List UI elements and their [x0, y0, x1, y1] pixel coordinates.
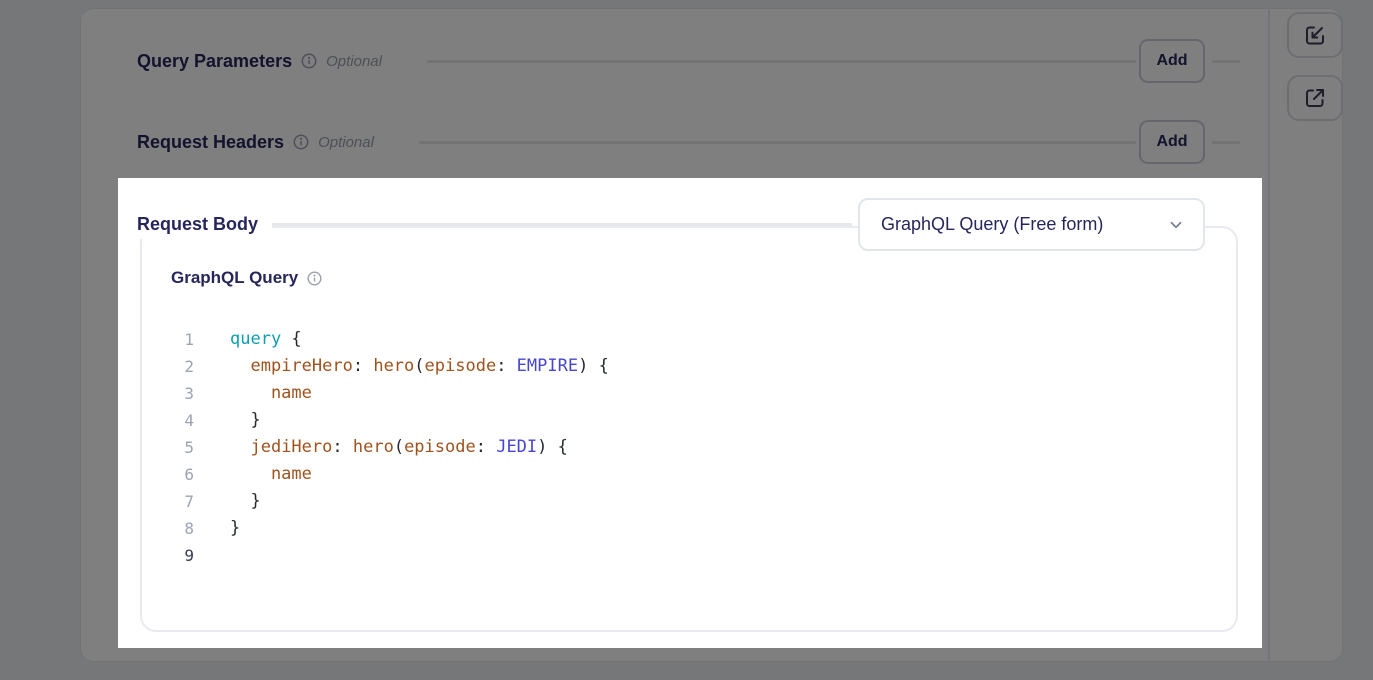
- code-line-content[interactable]: empireHero: hero(episode: EMPIRE) {: [230, 353, 1207, 380]
- request-body-title: Request Body: [137, 210, 272, 239]
- code-token: (: [414, 356, 424, 376]
- code-line-content[interactable]: query {: [230, 326, 1207, 353]
- code-line[interactable]: 8}: [160, 515, 1207, 542]
- code-line[interactable]: 4 }: [160, 407, 1207, 434]
- add-request-header-button[interactable]: Add: [1139, 120, 1205, 164]
- code-token: name: [230, 464, 312, 484]
- line-number: 7: [160, 488, 194, 515]
- import-arrow-icon: [1303, 23, 1327, 47]
- info-icon[interactable]: [301, 53, 317, 69]
- optional-badge: Optional: [326, 53, 382, 70]
- line-number: 2: [160, 353, 194, 380]
- section-request-headers: Request Headers Optional Add: [137, 119, 1240, 165]
- code-token: hero: [373, 356, 414, 376]
- body-type-selected-value: GraphQL Query (Free form): [881, 214, 1103, 235]
- line-number: 4: [160, 407, 194, 434]
- info-icon[interactable]: [293, 134, 309, 150]
- code-line[interactable]: 1 query {: [160, 326, 1207, 353]
- optional-badge: Optional: [318, 134, 374, 151]
- code-token: (: [394, 437, 404, 457]
- code-line[interactable]: 6 name: [160, 461, 1207, 488]
- code-token: :: [353, 356, 373, 376]
- code-token: jediHero: [250, 437, 332, 457]
- request-headers-title: Request Headers: [137, 132, 284, 153]
- query-parameters-title: Query Parameters: [137, 51, 292, 72]
- code-token: EMPIRE: [517, 356, 578, 376]
- code-token: }: [230, 518, 240, 538]
- code-token: query: [230, 329, 281, 349]
- code-token: [230, 356, 250, 376]
- line-number: 3: [160, 380, 194, 407]
- code-line-content[interactable]: jediHero: hero(episode: JEDI) {: [230, 434, 1207, 461]
- code-token: }: [230, 491, 261, 511]
- code-line[interactable]: 9: [160, 542, 1207, 569]
- body-type-select[interactable]: GraphQL Query (Free form): [858, 198, 1205, 251]
- code-editor-lines: 1query {2 empireHero: hero(episode: EMPI…: [160, 326, 1207, 569]
- code-token: :: [476, 437, 496, 457]
- import-code-button[interactable]: [1287, 12, 1343, 58]
- code-line-content[interactable]: }: [230, 515, 1207, 542]
- code-token: episode: [425, 356, 497, 376]
- line-number: 5: [160, 434, 194, 461]
- code-line-content[interactable]: name: [230, 461, 1207, 488]
- chevron-down-icon: [1167, 216, 1185, 234]
- divider-line: [1212, 141, 1240, 144]
- line-number: 8: [160, 515, 194, 542]
- code-token: {: [281, 329, 301, 349]
- code-line-content[interactable]: name: [230, 380, 1207, 407]
- code-line[interactable]: 3 name: [160, 380, 1207, 407]
- code-line[interactable]: 2 empireHero: hero(episode: EMPIRE) {: [160, 353, 1207, 380]
- code-token: [230, 437, 250, 457]
- info-icon[interactable]: [307, 271, 322, 286]
- code-token: empireHero: [250, 356, 352, 376]
- code-token: ) {: [578, 356, 609, 376]
- graphql-code-editor[interactable]: 1query {2 empireHero: hero(episode: EMPI…: [160, 326, 1207, 569]
- add-query-parameter-button[interactable]: Add: [1139, 39, 1205, 83]
- section-query-parameters: Query Parameters Optional Add: [137, 38, 1240, 84]
- divider-line: [272, 223, 852, 226]
- divider-line: [427, 60, 1136, 63]
- code-token: hero: [353, 437, 394, 457]
- line-number: 1: [160, 326, 194, 353]
- code-line[interactable]: 5 jediHero: hero(episode: JEDI) {: [160, 434, 1207, 461]
- form-right-divider: [1268, 10, 1270, 660]
- divider-line: [1212, 60, 1240, 63]
- code-line-content[interactable]: }: [230, 488, 1207, 515]
- code-token: :: [332, 437, 352, 457]
- graphql-query-label: GraphQL Query: [171, 268, 298, 288]
- line-number: 9: [160, 542, 194, 569]
- code-token: name: [230, 383, 312, 403]
- code-token: episode: [404, 437, 476, 457]
- code-token: JEDI: [496, 437, 537, 457]
- code-token: ) {: [537, 437, 568, 457]
- divider-line: [419, 141, 1136, 144]
- code-token: }: [230, 410, 261, 430]
- external-link-icon: [1303, 86, 1327, 110]
- code-line-content[interactable]: }: [230, 407, 1207, 434]
- section-request-body: Request Body GraphQL Query (Free form): [137, 198, 1205, 251]
- open-external-button[interactable]: [1287, 75, 1343, 121]
- graphql-query-label-row: GraphQL Query: [171, 268, 322, 288]
- code-line[interactable]: 7 }: [160, 488, 1207, 515]
- line-number: 6: [160, 461, 194, 488]
- code-token: :: [496, 356, 516, 376]
